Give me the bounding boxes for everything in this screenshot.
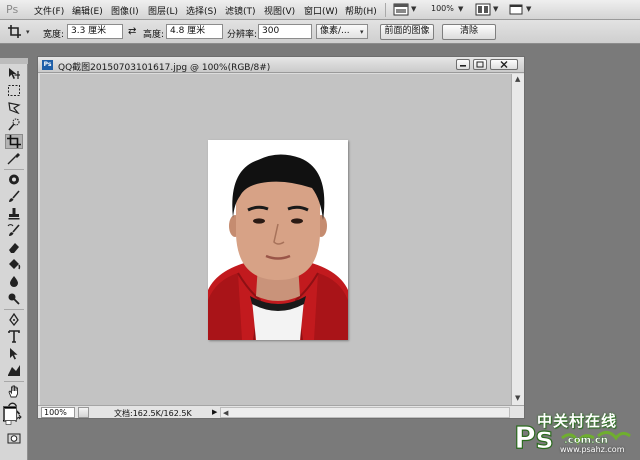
document-titlebar[interactable]: Ps QQ截图20150703101617.jpg @ 100%(RGB/8#) (38, 57, 524, 73)
lasso-tool-icon[interactable] (5, 100, 23, 115)
id-photo (208, 140, 348, 340)
menubar-separator (385, 3, 386, 17)
scroll-down-icon[interactable]: ▼ (515, 394, 520, 402)
menu-filter[interactable]: 滤镜(T) (225, 4, 256, 17)
close-button[interactable] (490, 59, 518, 70)
swap-dimensions-icon[interactable]: ⇄ (128, 26, 136, 37)
width-label: 宽度: (43, 30, 65, 40)
resolution-field[interactable]: 300 (258, 24, 312, 39)
watermark-url: www.psahz.com (560, 445, 625, 454)
photoshop-logo: Ps (6, 3, 19, 16)
watermark-text: 中关村在线 (537, 412, 618, 430)
tool-separator (4, 381, 24, 382)
scroll-up-icon[interactable]: ▲ (515, 75, 520, 83)
scroll-left-icon[interactable]: ◀ (223, 409, 228, 417)
canvas-area[interactable] (40, 74, 511, 405)
minimize-button[interactable] (456, 59, 470, 70)
path-selection-tool-icon[interactable] (5, 346, 23, 361)
screen-layout-icon[interactable] (508, 3, 524, 16)
menu-help[interactable]: 帮助(H) (345, 4, 377, 17)
dodge-tool-icon[interactable] (5, 291, 23, 306)
chevron-down-icon[interactable]: ▼ (526, 5, 531, 13)
photoshop-document-icon: Ps (42, 60, 53, 70)
document-window: Ps QQ截图20150703101617.jpg @ 100%(RGB/8#) (37, 56, 525, 419)
menu-window[interactable]: 窗口(W) (304, 4, 338, 17)
spot-healing-brush-icon[interactable] (5, 172, 23, 187)
paint-bucket-tool-icon[interactable] (5, 257, 23, 272)
menu-layer[interactable]: 图层(L) (148, 4, 178, 17)
resolution-label: 分辨率: (227, 30, 258, 40)
pen-tool-icon[interactable] (5, 312, 23, 327)
status-info-icon[interactable] (78, 407, 89, 418)
marquee-tool-icon[interactable] (5, 83, 23, 98)
status-menu-arrow-icon[interactable]: ▶ (212, 408, 217, 416)
eraser-tool-icon[interactable] (5, 240, 23, 255)
blur-tool-icon[interactable] (5, 274, 23, 289)
background-color-swatch[interactable] (4, 408, 17, 421)
clear-button[interactable]: 清除 (442, 24, 496, 40)
menu-view[interactable]: 视图(V) (264, 4, 295, 17)
height-field[interactable]: 4.8 厘米 (166, 24, 223, 39)
tool-options-bar: ▾ 宽度: 3.3 厘米 ⇄ 高度: 4.8 厘米 分辨率: 300 像素/..… (0, 20, 640, 44)
move-tool-icon[interactable] (5, 66, 23, 81)
clone-stamp-tool-icon[interactable] (5, 206, 23, 221)
shape-tool-icon[interactable] (5, 363, 23, 378)
tool-separator (4, 309, 24, 310)
menu-select[interactable]: 选择(S) (186, 4, 217, 17)
eyedropper-tool-icon[interactable] (5, 151, 23, 166)
quick-mask-icon[interactable] (5, 431, 23, 446)
arrange-documents-icon[interactable] (475, 3, 491, 16)
type-tool-icon[interactable] (5, 329, 23, 344)
menu-bar: Ps 文件(F) 编辑(E) 图像(I) 图层(L) 选择(S) 滤镜(T) 视… (0, 0, 640, 20)
chevron-down-icon[interactable]: ▾ (360, 28, 364, 36)
crop-tool-preset-icon[interactable] (6, 24, 24, 39)
menu-image[interactable]: 图像(I) (111, 4, 139, 17)
zoom-level-select[interactable]: 100% (431, 4, 454, 13)
document-status-bar: 100% 文档:162.5K/162.5K ▶ ◀ (38, 405, 524, 418)
chevron-down-icon[interactable]: ▾ (26, 28, 30, 36)
quick-selection-tool-icon[interactable] (5, 117, 23, 132)
panel-grip[interactable] (0, 58, 28, 64)
chevron-down-icon[interactable]: ▼ (411, 5, 416, 13)
width-field[interactable]: 3.3 厘米 (67, 24, 123, 39)
menu-edit[interactable]: 编辑(E) (72, 4, 103, 17)
document-title: QQ截图20150703101617.jpg @ 100%(RGB/8#) (58, 63, 271, 73)
chevron-down-icon[interactable]: ▼ (458, 5, 463, 13)
maximize-button[interactable] (473, 59, 487, 70)
screen-mode-icon[interactable] (393, 3, 409, 16)
crop-tool-icon[interactable] (5, 134, 23, 149)
vertical-scrollbar[interactable]: ▲ ▼ (511, 74, 524, 405)
brush-tool-icon[interactable] (5, 189, 23, 204)
front-image-button[interactable]: 前面的图像 (380, 24, 434, 40)
tool-separator (4, 169, 24, 170)
zoom-level-field[interactable]: 100% (41, 407, 75, 418)
history-brush-tool-icon[interactable] (5, 223, 23, 238)
person-portrait-image (208, 140, 348, 340)
document-size-status: 文档:162.5K/162.5K (114, 409, 192, 418)
chevron-down-icon[interactable]: ▼ (493, 5, 498, 13)
hand-tool-icon[interactable] (5, 384, 23, 399)
tools-panel (0, 58, 28, 460)
resolution-unit-value: 像素/... (320, 26, 350, 36)
site-watermark: Ps .com.cn 中关村在线 www.psahz.com (512, 408, 640, 460)
horizontal-scrollbar[interactable]: ◀ (220, 407, 510, 418)
menu-file[interactable]: 文件(F) (34, 4, 64, 17)
height-label: 高度: (143, 30, 165, 40)
